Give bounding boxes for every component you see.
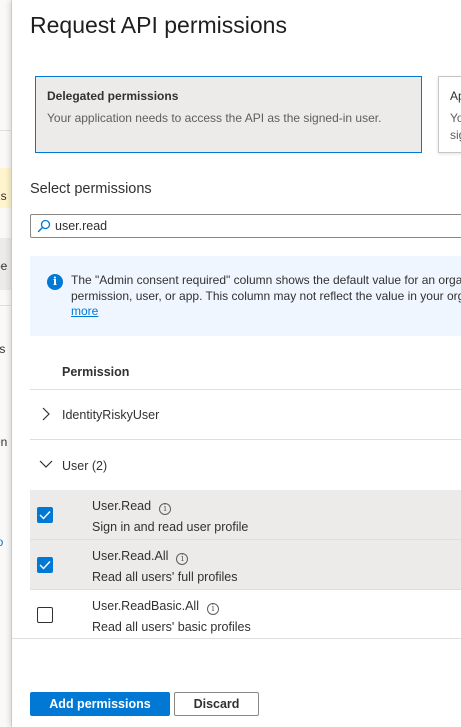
permission-row-user-read[interactable]: User.Read i Sign in and read user profile: [30, 490, 461, 540]
group-identityriskyuser[interactable]: IdentityRiskyUser: [30, 390, 461, 440]
request-api-permissions-panel: Request API permissions Delegated permis…: [12, 0, 461, 727]
learn-more-link[interactable]: more: [71, 304, 98, 318]
search-input[interactable]: [55, 217, 455, 235]
permission-name: User.Read.All i: [92, 549, 189, 565]
permission-search-box[interactable]: [30, 214, 461, 238]
info-icon[interactable]: i: [159, 503, 172, 515]
chevron-down-icon: [39, 460, 53, 468]
select-permissions-label: Select permissions: [30, 181, 152, 197]
info-text-line: permission, user, or app. This column ma…: [71, 288, 461, 303]
card-description: Your application needs to access the API…: [47, 111, 382, 125]
background-divider: [0, 305, 11, 306]
application-permissions-card[interactable]: Ap Yo sig: [438, 76, 461, 153]
group-label: IdentityRiskyUser: [62, 408, 160, 422]
checkmark-icon: [39, 511, 51, 520]
column-header-label: Permission: [62, 365, 130, 379]
permission-name: User.ReadBasic.All i: [92, 599, 219, 615]
chevron-right-icon: [42, 407, 50, 421]
permission-description: Read all users' full profiles: [92, 570, 238, 584]
background-link-fragment: io: [0, 535, 3, 549]
background-text-fragment: ns: [0, 189, 7, 203]
info-text: The "Admin consent required" column show…: [71, 273, 461, 320]
panel-title: Request API permissions: [30, 12, 287, 38]
search-icon: [37, 219, 51, 233]
background-text-fragment: en: [0, 435, 8, 449]
permission-description: Sign in and read user profile: [92, 520, 249, 534]
delegated-permissions-card[interactable]: Delegated permissions Your application n…: [35, 76, 422, 153]
permission-row-user-readbasic-all[interactable]: User.ReadBasic.All i Read all users' basi…: [30, 590, 461, 640]
background-text-fragment: pe: [0, 259, 8, 273]
permission-name-text: User.ReadBasic.All: [92, 599, 199, 613]
info-icon[interactable]: i: [176, 553, 189, 565]
card-title: Ap: [450, 89, 461, 103]
permission-name-text: User.Read.All: [92, 549, 169, 563]
permission-row-user-read-all[interactable]: User.Read.All i Read all users' full prof…: [30, 540, 461, 590]
info-icon: i: [47, 274, 63, 290]
checkmark-icon: [39, 561, 51, 570]
permission-name: User.Read i: [92, 499, 172, 515]
info-icon[interactable]: i: [207, 603, 219, 615]
background-divider: [0, 130, 11, 131]
info-text-line: The "Admin consent required" column show…: [71, 273, 461, 287]
group-label: User (2): [62, 459, 108, 473]
permission-checkbox[interactable]: [37, 507, 53, 523]
permission-description: Read all users' basic profiles: [92, 620, 251, 634]
permission-checkbox[interactable]: [37, 607, 53, 623]
group-user[interactable]: User (2): [30, 440, 461, 490]
background-text-fragment: lis: [0, 342, 5, 356]
panel-footer: Add permissions Discard: [12, 638, 461, 727]
permission-checkbox[interactable]: [37, 557, 53, 573]
card-description: Yo sig: [450, 110, 461, 144]
discard-button[interactable]: Discard: [174, 692, 259, 716]
permission-name-text: User.Read: [92, 499, 152, 513]
card-description-line: Yo: [450, 111, 461, 125]
admin-consent-info-banner: i The "Admin consent required" column sh…: [30, 256, 461, 336]
card-title: Delegated permissions: [47, 89, 179, 103]
card-description-line: sig: [450, 128, 461, 142]
add-permissions-button[interactable]: Add permissions: [30, 692, 170, 716]
background-page: ns pe lis en io: [0, 0, 12, 727]
permission-column-header: Permission: [30, 354, 461, 390]
